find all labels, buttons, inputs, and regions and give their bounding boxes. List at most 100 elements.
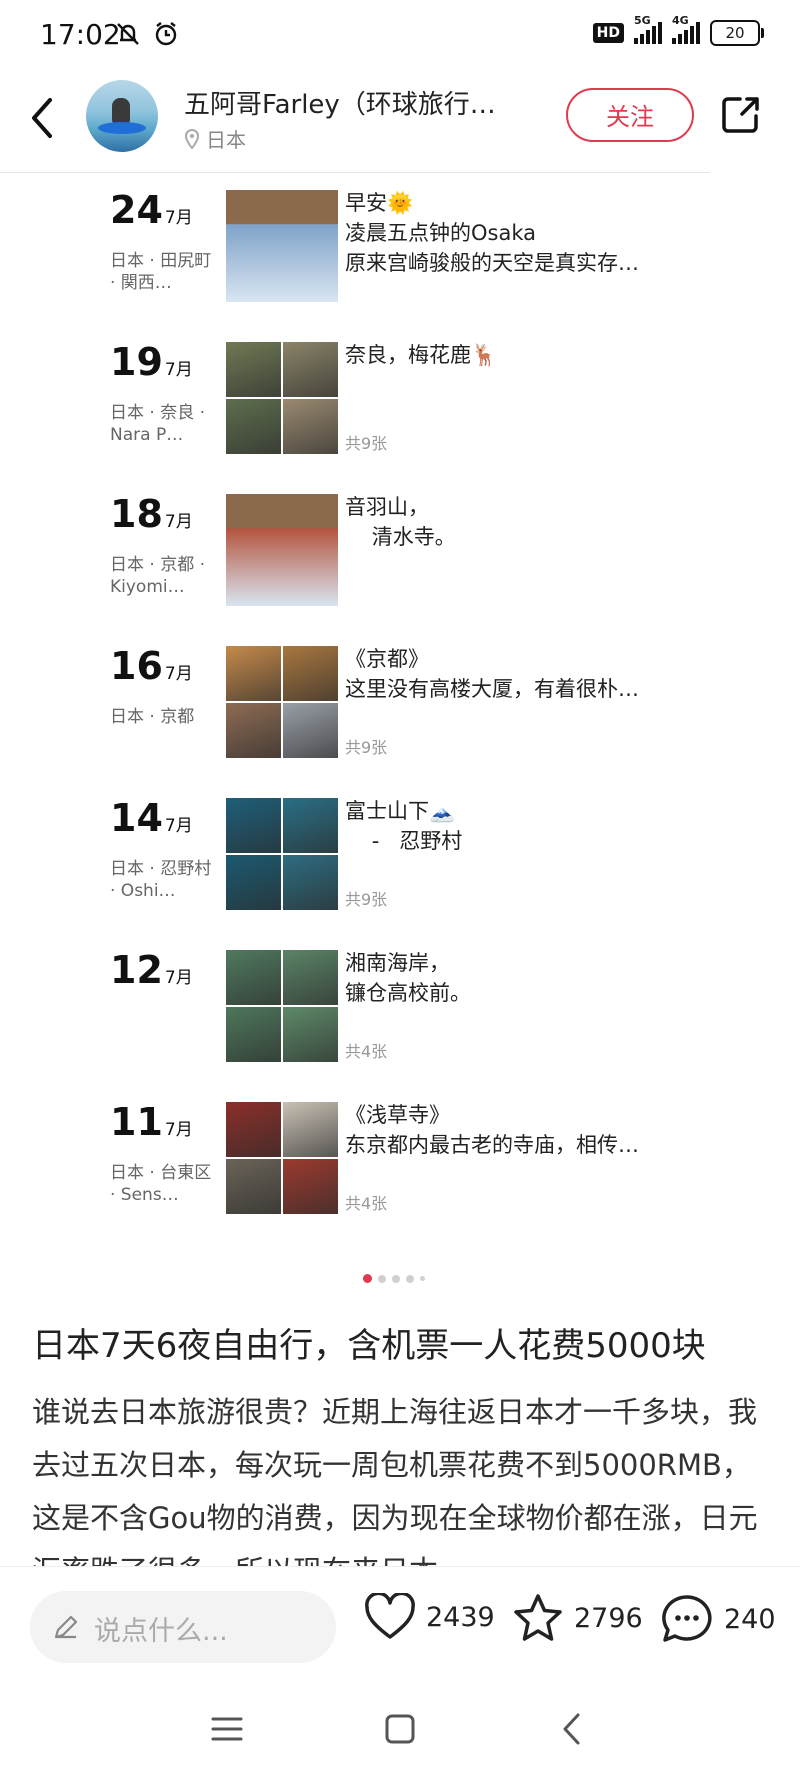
status-bar: 17:02 HD 5G 4G 20 bbox=[0, 0, 800, 70]
entry-caption: 富士山下🗻 - 忍野村 bbox=[345, 796, 685, 856]
thumbnail-image bbox=[226, 855, 281, 910]
star-icon bbox=[514, 1594, 562, 1641]
timeline-entry[interactable]: 24 7月日本 · 田尻町 · 関西… 早安🌞 凌晨五点钟的Osaka 原来宫崎骏般的天… bbox=[0, 188, 800, 308]
favorite-button[interactable]: 2796 bbox=[512, 1593, 643, 1643]
caption-line: 富士山下🗻 bbox=[345, 799, 456, 823]
timeline-entry[interactable]: 16 7月 日本 · 京都 《京都》 这里没有高楼大厦，有着很朴… 共9张 bbox=[0, 644, 800, 764]
avatar-figure bbox=[112, 98, 130, 124]
caption-line: 湘南海岸， bbox=[345, 951, 450, 975]
signal-5g-label: 5G bbox=[634, 14, 651, 27]
pager-dot bbox=[392, 1274, 400, 1283]
timeline-entry[interactable]: 11 7月 日本 · 台東区 · Sens… 《浅草寺》 东京都内最古老的寺庙，相传… 共… bbox=[0, 1100, 800, 1220]
caption-line: 《浅草寺》 bbox=[345, 1103, 450, 1127]
entry-month: 7月 bbox=[164, 1120, 193, 1140]
entry-thumbnails[interactable] bbox=[226, 646, 338, 758]
nav-back-icon[interactable] bbox=[556, 1712, 590, 1746]
entry-day: 16 bbox=[110, 644, 163, 688]
pager-dot bbox=[378, 1274, 386, 1283]
avatar-kayak bbox=[98, 122, 146, 134]
photo-count: 共9张 bbox=[345, 890, 388, 909]
like-button[interactable]: 2439 bbox=[364, 1593, 495, 1641]
thumbnail-image bbox=[283, 950, 338, 1005]
author-name[interactable]: 五阿哥Farley（环球旅行… bbox=[184, 84, 544, 121]
comment-input[interactable]: 说点什么... bbox=[30, 1591, 336, 1663]
author-avatar[interactable] bbox=[86, 80, 158, 152]
hd-badge: HD bbox=[592, 23, 624, 43]
entry-day: 11 bbox=[110, 1100, 163, 1144]
battery-icon: 20 bbox=[710, 20, 764, 46]
photo-count: 共4张 bbox=[345, 1042, 388, 1061]
caption-line: 早安🌞 bbox=[345, 191, 414, 215]
entry-date: 11 7月 bbox=[110, 1100, 193, 1144]
entry-thumbnails[interactable] bbox=[226, 494, 338, 606]
thumbnail-image bbox=[283, 1102, 338, 1157]
caption-line: 音羽山， bbox=[345, 495, 429, 519]
caption-line: 凌晨五点钟的Osaka bbox=[345, 221, 536, 245]
thumbnail-image bbox=[226, 190, 338, 302]
entry-place: 日本 · 京都 bbox=[110, 707, 195, 727]
pager-dot bbox=[406, 1274, 414, 1283]
entry-day: 12 bbox=[110, 948, 163, 992]
comment-placeholder: 说点什么... bbox=[94, 1616, 228, 1647]
home-square-icon[interactable] bbox=[383, 1712, 417, 1746]
entry-thumbnails[interactable] bbox=[226, 1102, 338, 1214]
entry-day: 14 bbox=[110, 796, 163, 840]
thumbnail-image bbox=[226, 342, 281, 397]
entry-month: 7月 bbox=[164, 664, 193, 684]
caption-line: 这里没有高楼大厦，有着很朴… bbox=[345, 677, 639, 701]
entry-place: 日本 · 忍野村 · Oshi… bbox=[110, 859, 212, 901]
thumbnail-image bbox=[283, 855, 338, 910]
entry-month: 7月 bbox=[164, 360, 193, 380]
entry-month: 7月 bbox=[164, 968, 193, 988]
thumbnail-image bbox=[283, 798, 338, 853]
header-divider bbox=[0, 172, 710, 173]
entry-day: 18 bbox=[110, 492, 163, 536]
image-pager-dots bbox=[363, 1274, 425, 1283]
thumbnail-image bbox=[226, 1159, 281, 1214]
entry-day: 24 bbox=[110, 188, 163, 232]
status-time: 17:02 bbox=[40, 18, 121, 51]
entry-thumbnails[interactable] bbox=[226, 950, 338, 1062]
entry-month: 7月 bbox=[164, 208, 193, 228]
caption-line: 原来宫崎骏般的天空是真实存… bbox=[345, 251, 639, 275]
entry-date: 12 7月 bbox=[110, 948, 193, 992]
menu-icon[interactable] bbox=[210, 1712, 244, 1746]
thumbnail-image bbox=[226, 798, 281, 853]
comment-bubble-icon bbox=[662, 1595, 712, 1642]
follow-button[interactable]: 关注 bbox=[566, 88, 694, 142]
timeline-entry[interactable]: 18 7月 日本 · 京都 · Kiyomi… 音羽山， 清水寺。 bbox=[0, 492, 800, 612]
thumbnail-image bbox=[226, 646, 281, 701]
bell-muted-icon bbox=[117, 23, 139, 45]
photo-count: 共4张 bbox=[345, 1194, 388, 1213]
entry-thumbnails[interactable] bbox=[226, 798, 338, 910]
signal-4g-icon: 4G bbox=[672, 14, 700, 44]
post-title: 日本7天6夜自由行，含机票一人花费5000块 bbox=[32, 1326, 706, 1366]
entry-date: 24 7月 bbox=[110, 188, 193, 232]
timeline-entry[interactable]: 19 7月 日本 · 奈良 · Nara P… 奈良，梅花鹿🦌 共9张 bbox=[0, 340, 800, 460]
comment-button[interactable]: 240 bbox=[660, 1593, 776, 1645]
thumbnail-image bbox=[283, 703, 338, 758]
thumbnail-image bbox=[283, 342, 338, 397]
back-arrow-icon[interactable] bbox=[26, 96, 58, 140]
thumbnail-image bbox=[283, 1007, 338, 1062]
bottom-action-bar: 说点什么... 2439 2796 240 bbox=[0, 1566, 800, 1685]
timeline-entry[interactable]: 14 7月 日本 · 忍野村 · Oshi… 富士山下🗻 - 忍野村 共9张 bbox=[0, 796, 800, 916]
entry-place: 日本 · 田尻町 · 関西… bbox=[110, 251, 212, 293]
thumbnail-image bbox=[226, 399, 281, 454]
caption-line: 清水寺。 bbox=[345, 525, 456, 549]
location-text: 日本 bbox=[206, 128, 246, 152]
thumbnail-image bbox=[226, 1102, 281, 1157]
thumbnail-image bbox=[283, 1159, 338, 1214]
photo-count: 共9张 bbox=[345, 738, 388, 757]
entry-date: 19 7月 bbox=[110, 340, 193, 384]
share-icon[interactable] bbox=[720, 94, 762, 136]
entry-place: 日本 · 奈良 · Nara P… bbox=[110, 403, 206, 445]
author-location: 日本 bbox=[184, 124, 246, 153]
entry-thumbnails[interactable] bbox=[226, 190, 338, 302]
entry-place: 日本 · 京都 · Kiyomi… bbox=[110, 555, 206, 597]
timeline-entry[interactable]: 12 7月 湘南海岸， 镰仓高校前。 共4张 bbox=[0, 948, 800, 1068]
like-count: 2439 bbox=[426, 1601, 495, 1633]
entry-thumbnails[interactable] bbox=[226, 342, 338, 454]
pager-dot bbox=[420, 1276, 425, 1281]
favorite-count: 2796 bbox=[574, 1602, 643, 1634]
